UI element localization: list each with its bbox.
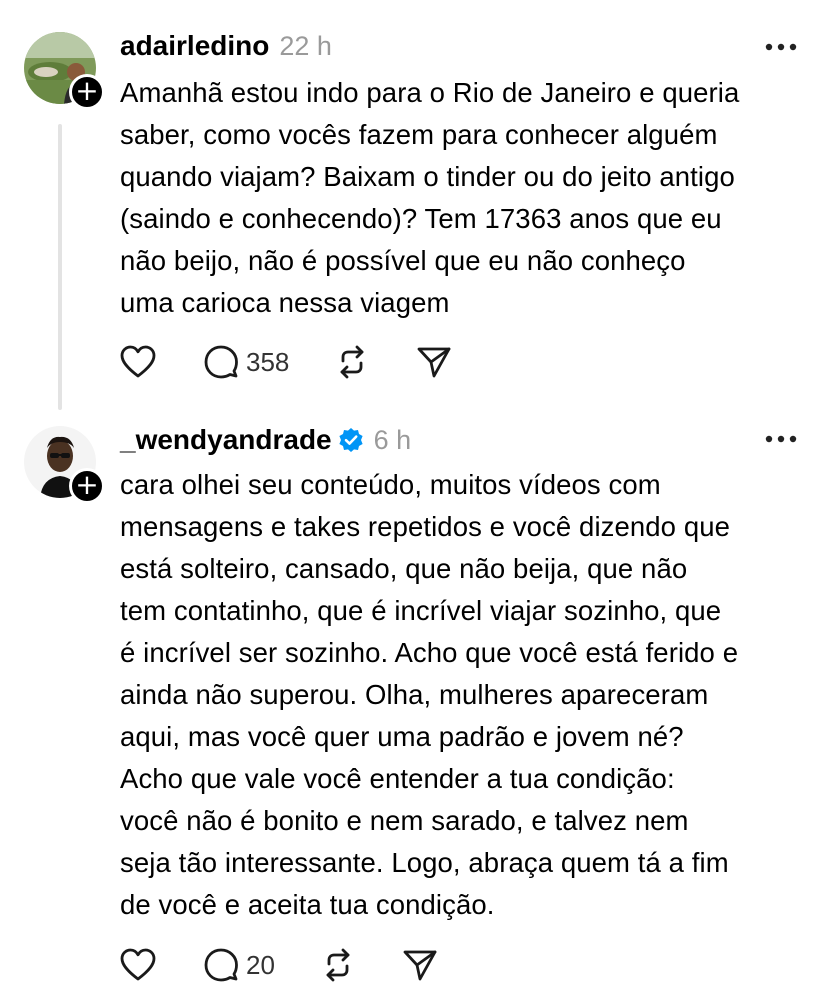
share-button[interactable]	[403, 948, 437, 982]
follow-button[interactable]: +	[69, 74, 105, 110]
username[interactable]: _wendyandrade	[120, 424, 332, 456]
comment-icon	[204, 948, 238, 982]
more-icon[interactable]	[764, 434, 798, 444]
reply-count: 20	[246, 949, 275, 980]
send-icon	[417, 347, 451, 378]
thread-connector-line	[58, 124, 62, 410]
more-icon[interactable]	[764, 42, 798, 52]
post-text: Amanhã estou indo para o Rio de Janeiro …	[120, 77, 740, 318]
like-button[interactable]	[120, 345, 156, 379]
repost-icon	[326, 948, 350, 982]
plus-icon: +	[75, 468, 99, 501]
heart-icon	[120, 345, 156, 378]
reply-count: 358	[246, 346, 290, 377]
post-text: cara olhei seu conteúdo, muitos vídeos c…	[120, 469, 739, 920]
verified-badge-icon	[339, 428, 363, 452]
username[interactable]: adairledino	[120, 30, 269, 62]
thread-post: + _wendyandrade 6 h cara olhei seu conte…	[0, 420, 828, 997]
follow-button[interactable]: +	[69, 468, 105, 504]
plus-icon: +	[75, 74, 99, 107]
send-icon	[403, 950, 437, 981]
repost-button[interactable]	[321, 948, 355, 982]
reply-button[interactable]: 358	[204, 345, 289, 379]
thread-post: + adairledino 22 h Amanhã estou indo par…	[0, 0, 828, 420]
timestamp: 6 h	[373, 424, 412, 455]
share-button[interactable]	[417, 345, 451, 379]
post-header: _wendyandrade 6 h	[120, 420, 411, 460]
comment-icon	[204, 345, 238, 379]
post-header: adairledino 22 h	[120, 26, 332, 66]
repost-icon	[340, 345, 364, 379]
post-actions: 358	[120, 342, 451, 382]
post-actions: 20	[120, 945, 437, 985]
like-button[interactable]	[120, 948, 156, 982]
timestamp: 22 h	[279, 30, 332, 61]
repost-button[interactable]	[335, 345, 369, 379]
reply-button[interactable]: 20	[204, 948, 275, 982]
heart-icon	[120, 948, 156, 981]
